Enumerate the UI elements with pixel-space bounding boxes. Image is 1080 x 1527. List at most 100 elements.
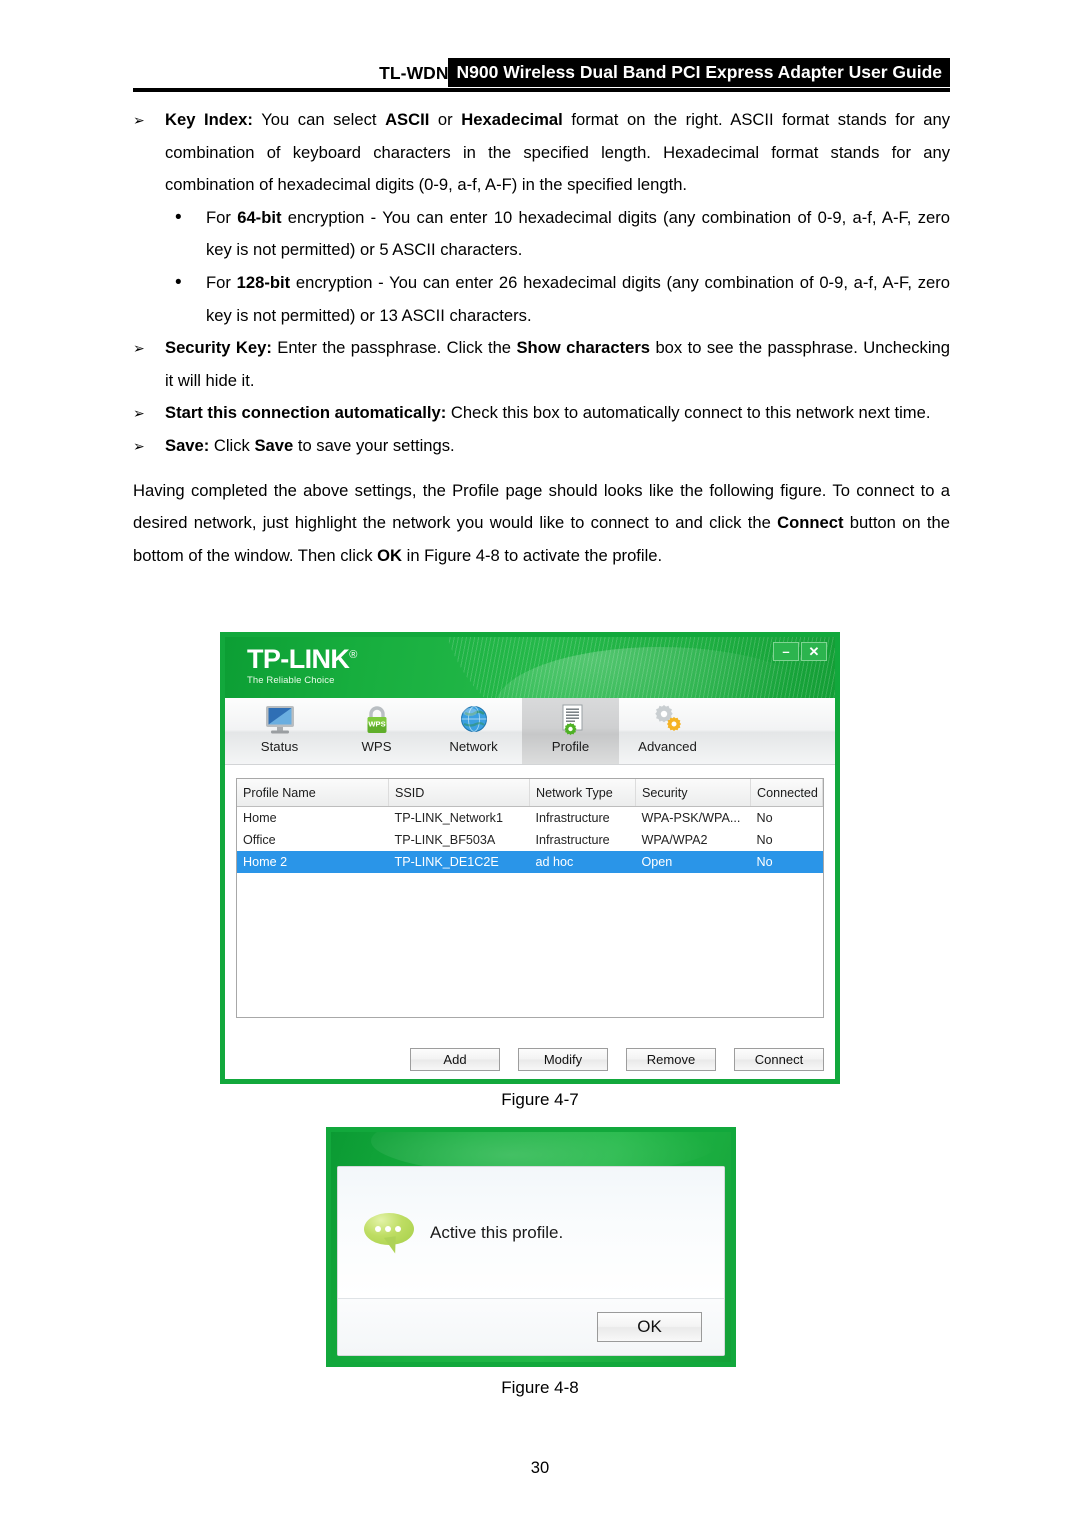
figure-4-7-caption: Figure 4-7 bbox=[501, 1090, 579, 1109]
ok-button[interactable]: OK bbox=[597, 1312, 702, 1342]
active-profile-dialog: Active this profile. OK bbox=[326, 1127, 736, 1367]
modify-button[interactable]: Modify bbox=[518, 1048, 608, 1071]
bullet-128-bold: 128-bit bbox=[236, 272, 291, 292]
list-item-key-index: ➢ Key Index: You can select ASCII or Hex… bbox=[133, 104, 950, 202]
dialog-footer: OK bbox=[338, 1299, 724, 1355]
list-item-start-automatically: ➢ Start this connection automatically: C… bbox=[133, 397, 950, 430]
term-start-automatically: Start this connection automatically: bbox=[165, 403, 447, 423]
remove-button[interactable]: Remove bbox=[626, 1048, 716, 1071]
brand-name: TP-LINK® bbox=[247, 646, 357, 673]
security-key-bold-show-characters: Show characters bbox=[516, 338, 651, 358]
globe-icon bbox=[454, 702, 494, 738]
cell-security: WPA/WPA2 bbox=[641, 833, 708, 847]
cell-connected: No bbox=[750, 851, 823, 873]
paragraph-text-c: in Figure 4-8 to activate the profile. bbox=[402, 545, 663, 565]
arrow-bullet-icon: ➢ bbox=[133, 112, 145, 128]
window-controls: – ✕ bbox=[773, 642, 827, 661]
bullet-64-text-b: encryption - You can enter 10 hexadecima… bbox=[206, 207, 950, 260]
arrow-bullet-icon: ➢ bbox=[133, 340, 145, 357]
header-title-banner: N900 Wireless Dual Band PCI Express Adap… bbox=[447, 58, 950, 88]
brand-name-text: TP-LINK bbox=[247, 644, 350, 674]
dialog-message-text: Active this profile. bbox=[430, 1222, 564, 1242]
padlock-icon: WPS bbox=[357, 702, 397, 738]
page-header: TL-WDN4800 N900 Wireless Dual Band PCI E… bbox=[133, 58, 950, 92]
paragraph-profile-page: Having completed the above settings, the… bbox=[133, 475, 950, 573]
table-row[interactable]: Office TP-LINK_BF503A Infrastructure WPA… bbox=[237, 829, 823, 851]
bullet-128-text-b: encryption - You can enter 26 hexadecima… bbox=[206, 272, 950, 325]
paragraph-bold-ok: OK bbox=[377, 545, 403, 565]
profile-list[interactable]: Profile Name SSID Network Type Security … bbox=[236, 778, 824, 1018]
registered-trademark-icon: ® bbox=[349, 649, 357, 661]
bullet-64-text-a: For bbox=[206, 207, 238, 227]
column-header-network-type[interactable]: Network Type bbox=[529, 779, 636, 807]
svg-text:WPS: WPS bbox=[368, 719, 385, 728]
cell-network-type: ad hoc bbox=[529, 851, 636, 873]
close-button[interactable]: ✕ bbox=[801, 642, 827, 661]
dot-bullet-icon: • bbox=[175, 206, 182, 228]
tab-wps[interactable]: WPS WPS bbox=[328, 698, 425, 764]
key-index-text-b: or bbox=[429, 110, 462, 129]
table-row[interactable]: Home TP-LINK_Network1 Infrastructure WPA… bbox=[237, 807, 823, 830]
cell-profile-name: Home 2 bbox=[237, 851, 389, 873]
dot-bullet-icon: • bbox=[175, 271, 182, 293]
document-content: ➢ Key Index: You can select ASCII or Hex… bbox=[133, 104, 950, 572]
paragraph-bold-connect: Connect bbox=[777, 513, 844, 533]
key-index-bold-ascii: ASCII bbox=[385, 110, 430, 129]
cell-ssid: TP-LINK_DE1C2E bbox=[388, 851, 530, 873]
tab-profile[interactable]: Profile bbox=[522, 698, 619, 764]
tab-network-label: Network bbox=[449, 739, 498, 754]
monitor-icon bbox=[260, 702, 300, 738]
header-rule bbox=[133, 88, 950, 92]
column-header-ssid[interactable]: SSID bbox=[388, 779, 530, 807]
tab-wps-label: WPS bbox=[361, 739, 392, 754]
bullet-128-text-a: For bbox=[206, 272, 237, 292]
list-item-128bit: • For 128-bit encryption - You can enter… bbox=[133, 267, 950, 332]
cell-connected: No bbox=[756, 811, 773, 825]
gears-icon bbox=[648, 702, 688, 738]
profile-action-buttons: Add Modify Remove Connect bbox=[410, 1048, 824, 1071]
profile-page-body: Profile Name SSID Network Type Security … bbox=[225, 765, 835, 1078]
column-header-profile-name[interactable]: Profile Name bbox=[237, 779, 389, 807]
cell-network-type: Infrastructure bbox=[535, 833, 610, 847]
tab-status-label: Status bbox=[260, 739, 299, 754]
tab-network[interactable]: Network bbox=[425, 698, 522, 764]
list-item-save: ➢ Save: Click Save to save your settings… bbox=[133, 430, 950, 463]
cell-profile-name: Office bbox=[243, 833, 276, 847]
save-text-a: Click bbox=[209, 435, 255, 455]
window-titlebar: TP-LINK® The Reliable Choice – ✕ bbox=[225, 637, 835, 698]
connect-button[interactable]: Connect bbox=[734, 1048, 824, 1071]
key-index-bold-hex: Hexadecimal bbox=[461, 110, 563, 129]
cell-security: WPA-PSK/WPA... bbox=[641, 811, 741, 825]
arrow-bullet-icon: ➢ bbox=[133, 405, 145, 422]
minimize-button[interactable]: – bbox=[773, 642, 799, 661]
tab-advanced[interactable]: Advanced bbox=[619, 698, 716, 764]
brand-tagline: The Reliable Choice bbox=[247, 675, 335, 686]
save-text-b: to save your settings. bbox=[293, 435, 455, 455]
cell-network-type: Infrastructure bbox=[535, 811, 610, 825]
speech-bubble-icon bbox=[364, 1212, 414, 1255]
dialog-message-area: Active this profile. bbox=[338, 1167, 724, 1299]
cell-security: Open bbox=[635, 851, 751, 873]
page-number: 30 bbox=[530, 1458, 550, 1477]
term-save: Save: bbox=[165, 435, 210, 455]
dialog-titlebar-gloss bbox=[371, 1132, 721, 1166]
column-header-security[interactable]: Security bbox=[635, 779, 751, 807]
figure-4-8-caption: Figure 4-8 bbox=[501, 1378, 579, 1397]
arrow-bullet-icon: ➢ bbox=[133, 437, 145, 454]
tab-profile-label: Profile bbox=[551, 739, 590, 754]
tplink-utility-window: TP-LINK® The Reliable Choice – ✕ Status bbox=[220, 632, 840, 1084]
column-header-connected[interactable]: Connected bbox=[750, 779, 823, 807]
cell-connected: No bbox=[756, 833, 773, 847]
table-row-selected[interactable]: Home 2 TP-LINK_DE1C2E ad hoc Open No bbox=[237, 851, 823, 873]
key-index-text-a: You can select bbox=[252, 110, 386, 129]
list-item-64bit: • For 64-bit encryption - You can enter … bbox=[133, 202, 950, 267]
tab-status[interactable]: Status bbox=[231, 698, 328, 764]
bullet-64-bold: 64-bit bbox=[237, 207, 282, 227]
document-gear-icon bbox=[551, 702, 591, 738]
dialog-titlebar bbox=[331, 1132, 731, 1166]
cell-ssid: TP-LINK_Network1 bbox=[394, 811, 503, 825]
tab-advanced-label: Advanced bbox=[638, 739, 697, 754]
table-header-row: Profile Name SSID Network Type Security … bbox=[237, 779, 823, 807]
main-tab-bar: Status WPS WPS Network Profile Advanced bbox=[225, 698, 835, 765]
add-button[interactable]: Add bbox=[410, 1048, 500, 1071]
